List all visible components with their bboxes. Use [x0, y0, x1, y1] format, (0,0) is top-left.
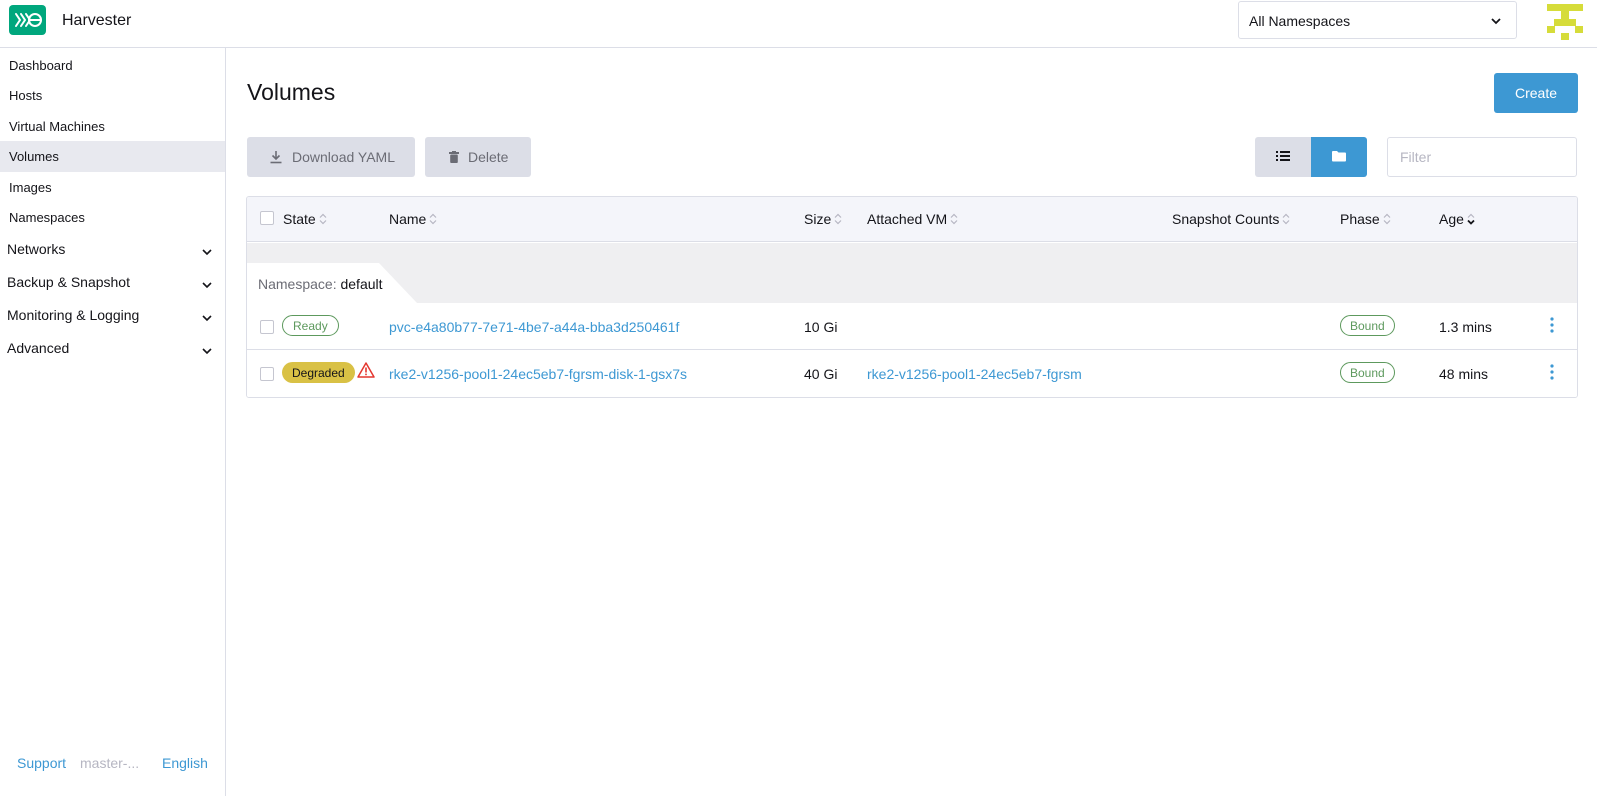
column-header-size[interactable]: Size [804, 211, 842, 227]
row-checkbox[interactable] [260, 320, 274, 334]
download-icon [269, 150, 283, 164]
chevron-down-icon [1490, 14, 1502, 30]
filter-input[interactable] [1387, 137, 1577, 177]
phase-badge: Bound [1340, 362, 1395, 383]
status-badge: Ready [282, 315, 339, 336]
select-all-checkbox[interactable] [260, 211, 274, 225]
sidebar-item-images[interactable]: Images [0, 172, 225, 203]
sort-icon [1282, 213, 1290, 225]
column-header-name[interactable]: Name [389, 211, 437, 227]
sort-icon [429, 213, 437, 225]
namespace-group-label: Namespace: default [258, 276, 383, 292]
sidebar-item-volumes[interactable]: Volumes [0, 141, 225, 172]
page-title: Volumes [247, 79, 336, 105]
column-header-attached-vm[interactable]: Attached VM [867, 211, 958, 227]
sidebar-group-label: Networks [7, 241, 66, 257]
column-header-phase[interactable]: Phase [1340, 211, 1391, 227]
sidebar-group-advanced[interactable]: Advanced [0, 332, 225, 363]
table-row[interactable]: Ready pvc-e4a80b77-7e71-4be7-a44a-bba3d2… [247, 303, 1577, 350]
phase-badge: Bound [1340, 315, 1395, 336]
sidebar-item-virtual-machines[interactable]: Virtual Machines [0, 111, 225, 142]
namespace-select-value: All Namespaces [1249, 13, 1351, 29]
sort-icon [1383, 213, 1391, 225]
folder-icon [1332, 149, 1346, 165]
volume-size: 40 Gi [804, 366, 838, 382]
list-icon [1276, 149, 1290, 165]
trash-icon [449, 151, 459, 163]
volume-size: 10 Gi [804, 319, 838, 335]
support-link[interactable]: Support [17, 755, 66, 771]
sidebar-item-label: Virtual Machines [9, 119, 105, 134]
language-selector[interactable]: English [162, 755, 208, 771]
column-header-snapshot-counts[interactable]: Snapshot Counts [1172, 211, 1290, 227]
sidebar-item-label: Hosts [9, 88, 43, 103]
attached-vm-link[interactable]: rke2-v1256-pool1-24ec5eb7-fgrsm [867, 366, 1082, 382]
sidebar-item-namespaces[interactable]: Namespaces [0, 202, 225, 233]
sidebar-group-label: Monitoring & Logging [7, 307, 140, 323]
table-row[interactable]: Degraded rke2-v1256-pool1-24ec5eb7-fgrsm… [247, 350, 1577, 397]
chevron-down-icon [202, 244, 212, 260]
harvester-logo-icon[interactable] [9, 5, 46, 35]
namespace-group-row: Namespace: default [247, 243, 1577, 303]
sidebar-item-label: Dashboard [9, 58, 73, 73]
sidebar-item-label: Images [9, 180, 52, 195]
sort-icon [950, 213, 958, 225]
row-checkbox[interactable] [260, 367, 274, 381]
chevron-down-icon [202, 310, 212, 326]
column-header-state[interactable]: State [283, 211, 327, 227]
sidebar-group-networks[interactable]: Networks [0, 233, 225, 264]
volumes-table: State Name Size Attached VM Snapshot Cou… [246, 196, 1578, 398]
status-badge: Degraded [282, 362, 355, 383]
delete-label: Delete [468, 149, 509, 165]
sidebar-group-label: Backup & Snapshot [7, 274, 130, 290]
sidebar-footer: Support master-... English [0, 755, 225, 775]
sidebar: Dashboard Hosts Virtual Machines Volumes… [0, 48, 226, 796]
group-by-namespace-toggle[interactable] [1311, 137, 1367, 177]
volume-name-link[interactable]: rke2-v1256-pool1-24ec5eb7-fgrsm-disk-1-g… [389, 366, 687, 382]
volume-age: 1.3 mins [1439, 319, 1492, 335]
sidebar-group-backup-snapshot[interactable]: Backup & Snapshot [0, 266, 225, 297]
volume-name-link[interactable]: pvc-e4a80b77-7e71-4be7-a44a-bba3d250461f [389, 319, 679, 335]
sidebar-item-label: Namespaces [9, 210, 85, 225]
app-title: Harvester [62, 12, 132, 29]
chevron-down-icon [202, 277, 212, 293]
column-header-age[interactable]: Age [1439, 211, 1475, 227]
sidebar-item-label: Volumes [9, 149, 59, 164]
row-actions-kebab-icon[interactable] [1550, 317, 1554, 336]
sort-icon [834, 213, 842, 225]
sidebar-group-monitoring-logging[interactable]: Monitoring & Logging [0, 299, 225, 330]
sidebar-group-label: Advanced [7, 340, 70, 356]
user-avatar[interactable] [1547, 4, 1583, 40]
sidebar-item-dashboard[interactable]: Dashboard [0, 50, 225, 81]
chevron-down-icon [202, 343, 212, 359]
delete-button[interactable]: Delete [425, 137, 531, 177]
version-label: master-... [80, 755, 140, 771]
volume-age: 48 mins [1439, 366, 1489, 382]
download-yaml-button[interactable]: Download YAML [247, 137, 415, 177]
create-button[interactable]: Create [1494, 73, 1578, 113]
warning-icon [357, 362, 375, 381]
namespace-select[interactable]: All Namespaces [1238, 1, 1517, 39]
sort-desc-icon [1467, 213, 1475, 225]
flat-list-toggle[interactable] [1255, 137, 1311, 177]
table-header: State Name Size Attached VM Snapshot Cou… [247, 197, 1577, 242]
row-actions-kebab-icon[interactable] [1550, 364, 1554, 383]
sidebar-item-hosts[interactable]: Hosts [0, 80, 225, 111]
download-yaml-label: Download YAML [292, 149, 395, 165]
top-header: Harvester All Namespaces [0, 0, 1597, 48]
sort-icon [319, 213, 327, 225]
